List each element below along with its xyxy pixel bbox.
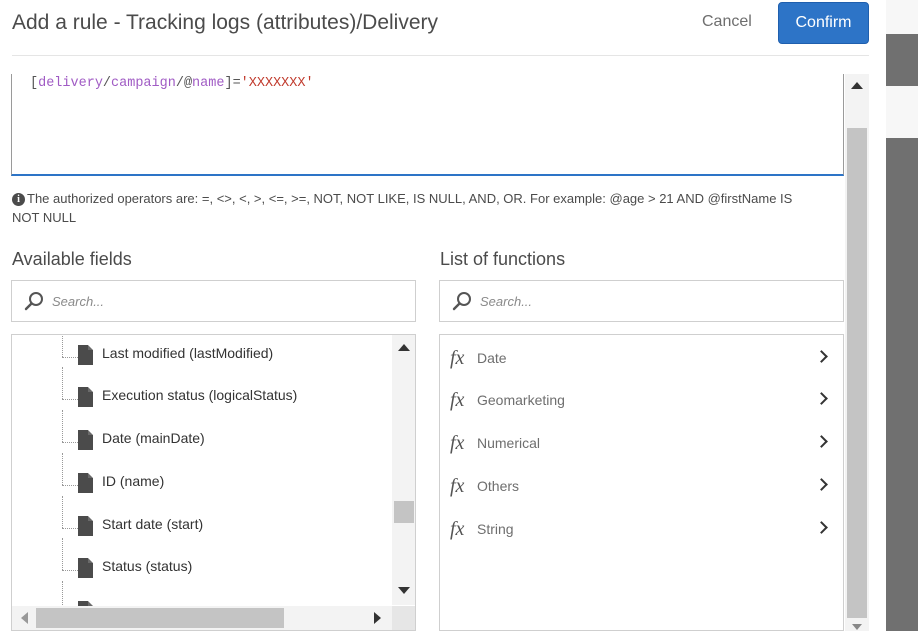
expression-editor[interactable]: [delivery/campaign/@name]='XXXXXXX' [11, 74, 844, 176]
document-icon [78, 345, 93, 365]
function-item-others[interactable]: fx Others [440, 465, 843, 505]
confirm-button[interactable]: Confirm [778, 2, 869, 44]
function-label: Numerical [477, 435, 541, 451]
info-icon: i [12, 193, 25, 206]
functions-search-input[interactable] [480, 290, 780, 312]
tree-connector [62, 453, 63, 485]
fx-icon: fx [450, 432, 465, 454]
chevron-right-icon [815, 478, 828, 491]
field-label: ID (name) [102, 473, 165, 489]
expression-operator: = [232, 76, 241, 91]
fields-search [11, 280, 416, 322]
document-icon [78, 558, 93, 578]
document-icon [78, 473, 93, 493]
expression-path: campaign [111, 76, 176, 91]
scrollbar-thumb[interactable] [36, 608, 284, 628]
function-label: Geomarketing [477, 392, 565, 408]
scroll-down-arrow-icon[interactable] [398, 587, 410, 594]
document-icon [78, 430, 93, 450]
available-fields-heading: Available fields [12, 249, 132, 269]
scroll-right-arrow-icon[interactable] [374, 612, 381, 624]
field-item[interactable]: Start date (start) [12, 496, 392, 540]
fields-horizontal-scrollbar[interactable] [12, 606, 392, 630]
operators-hint: i The authorized operators are: =, <>, <,… [12, 189, 822, 227]
tree-connector [62, 335, 63, 357]
expression-path: delivery [38, 76, 103, 91]
functions-list: fx Date fx Geomarketing fx Numerical fx … [439, 334, 844, 631]
document-icon [78, 516, 93, 536]
backdrop-panel [886, 0, 918, 34]
field-item[interactable]: Date (mainDate) [12, 410, 392, 454]
scrollbar-corner [392, 606, 415, 630]
expression-value: XXXXXXX [248, 76, 306, 91]
field-label: Last modified (lastModified) [102, 345, 274, 361]
chevron-right-icon [815, 350, 828, 363]
function-item-date[interactable]: fx Date [440, 337, 843, 377]
field-item[interactable]: ID (name) [12, 453, 392, 497]
fx-icon: fx [450, 475, 465, 497]
function-label: Date [477, 350, 507, 366]
chevron-right-icon [815, 392, 828, 405]
field-label: Status (status) [102, 558, 193, 574]
backdrop-panel [886, 86, 918, 138]
operators-hint-text: The authorized operators are: =, <>, <, … [12, 191, 793, 225]
expression-quote: ' [240, 76, 249, 91]
tree-connector [62, 496, 63, 528]
scrollbar-thumb[interactable] [394, 501, 414, 523]
expression-line: [delivery/campaign/@name]='XXXXXXX' [30, 76, 314, 91]
fields-vertical-scrollbar[interactable] [392, 335, 415, 605]
field-item[interactable]: Status (status) [12, 538, 392, 582]
scroll-left-arrow-icon[interactable] [21, 612, 28, 624]
functions-heading: List of functions [440, 249, 566, 269]
expression-separator: / [102, 76, 112, 91]
tree-connector [62, 367, 63, 399]
field-label: Date (mainDate) [102, 430, 205, 446]
tree-connector [62, 410, 63, 442]
function-item-geomarketing[interactable]: fx Geomarketing [440, 379, 843, 419]
expression-separator: /@ [175, 76, 193, 91]
available-fields-tree: Last modified (lastModified) Execution s… [11, 334, 416, 631]
chevron-right-icon [815, 521, 828, 534]
fx-icon: fx [450, 518, 465, 540]
function-label: String [477, 521, 514, 537]
tree-connector [62, 538, 63, 570]
dialog-title: Add a rule - Tracking logs (attributes)/… [12, 11, 438, 34]
scroll-down-arrow-icon[interactable] [852, 624, 862, 630]
field-label: Start date (start) [102, 516, 204, 532]
field-item[interactable]: Execution status (logicalStatus) [12, 367, 392, 411]
header-divider [12, 55, 869, 56]
expression-bracket: [ [30, 76, 39, 91]
fx-icon: fx [450, 389, 465, 411]
function-label: Others [477, 478, 520, 494]
expression-quote: ' [305, 76, 314, 91]
scroll-up-arrow-icon[interactable] [851, 82, 863, 89]
scrollbar-thumb[interactable] [847, 128, 867, 618]
chevron-right-icon [815, 435, 828, 448]
dialog-scrollbar[interactable] [845, 74, 869, 631]
search-icon [452, 292, 471, 311]
field-label: Execution status (logicalStatus) [102, 387, 298, 403]
function-item-numerical[interactable]: fx Numerical [440, 422, 843, 462]
field-item[interactable]: Last modified (lastModified) [12, 335, 392, 369]
fields-search-input[interactable] [52, 290, 352, 312]
fx-icon: fx [450, 347, 465, 369]
add-rule-dialog: Add a rule - Tracking logs (attributes)/… [0, 0, 886, 631]
functions-search [439, 280, 844, 322]
function-item-string[interactable]: fx String [440, 508, 843, 548]
document-icon [78, 387, 93, 407]
expression-bracket: ] [224, 76, 233, 91]
scroll-up-arrow-icon[interactable] [398, 344, 410, 351]
search-icon [24, 292, 43, 311]
expression-path: name [192, 76, 225, 91]
backdrop [886, 0, 918, 631]
cancel-button[interactable]: Cancel [702, 13, 752, 31]
